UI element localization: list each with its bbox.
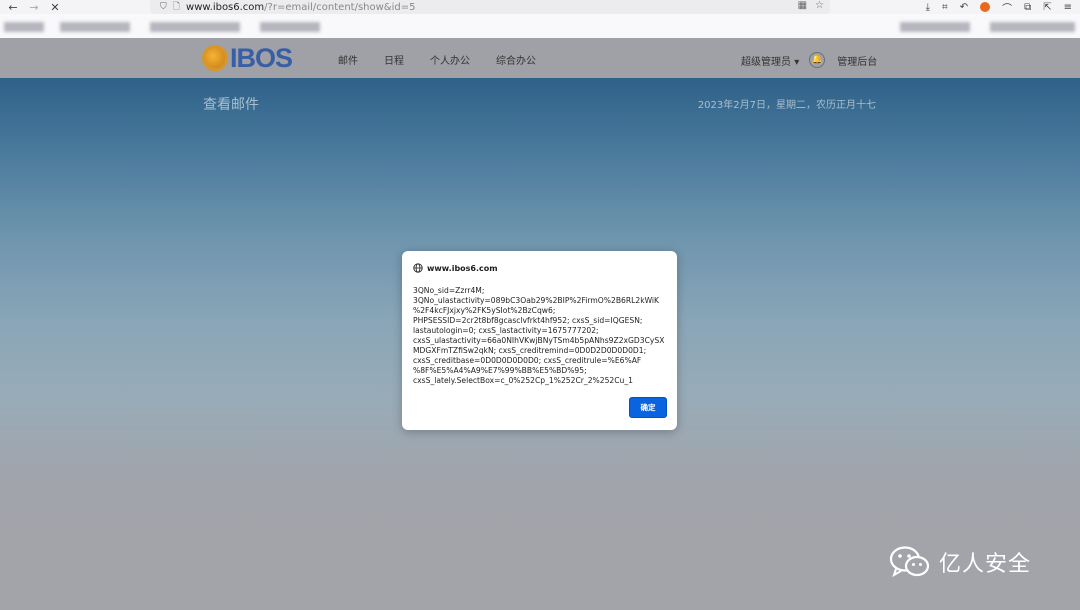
main-nav: 邮件 日程 个人办公 综合办公 — [338, 52, 536, 67]
watermark: 亿人安全 — [889, 545, 1031, 579]
message-line: %2F4kcFJxjxy%2FK5ySIot%2BzCqw6; — [413, 306, 556, 315]
message-line: MDGXFmTZfiSw2qkN; cxsS_creditremind=0D0D… — [413, 346, 647, 355]
message-line: cxsS_creditbase=0D0D0D0D0D0; cxsS_credit… — [413, 356, 642, 365]
extension-hat-icon[interactable]: ⌒ — [1002, 0, 1012, 15]
admin-link[interactable]: 管理后台 — [837, 53, 877, 68]
stop-button[interactable]: ✕ — [47, 0, 63, 14]
extension-fox-icon[interactable] — [980, 2, 991, 12]
message-line: cxsS_lately.SelectBox=c_0%252Cp_1%252Cr_… — [413, 376, 633, 385]
nav-item-general-office[interactable]: 综合办公 — [496, 52, 536, 67]
undo-icon[interactable]: ↶ — [960, 2, 968, 13]
alert-dialog: www.ibos6.com 3QNo_sid=Zzrr4M; 3QNo_ulas… — [402, 251, 677, 430]
bookmark-star-icon[interactable]: ☆ — [815, 0, 824, 11]
address-bar[interactable]: ⛉ 🗋 www.ibos6.com/?r=email/content/show&… — [150, 0, 830, 14]
crop-icon[interactable]: ⌗ — [942, 2, 948, 13]
back-button[interactable]: ← — [5, 0, 21, 14]
logo-text: IBOS — [230, 42, 293, 73]
message-line: %8F%E5%A4%A9%E7%99%BB%E5%BD%95; — [413, 366, 587, 375]
url-path: /?r=email/content/show&id=5 — [264, 1, 416, 13]
shield-icon: ⛉ — [160, 2, 167, 12]
url-host: www.ibos6.com — [186, 1, 265, 13]
user-menu[interactable]: 超级管理员 ▾ — [741, 53, 799, 68]
ibos-logo[interactable]: IBOS — [202, 42, 293, 73]
message-line: 3QNo_sid=Zzrr4M; — [413, 286, 485, 295]
forward-button[interactable]: → — [26, 0, 42, 14]
message-line: 3QNo_ulastactivity=089bC3Oab29%2BIP%2Fir… — [413, 296, 660, 305]
nav-item-mail[interactable]: 邮件 — [338, 52, 358, 67]
nav-item-calendar[interactable]: 日程 — [384, 52, 404, 67]
page-title: 查看邮件 — [203, 97, 259, 113]
header-right: 超级管理员 ▾ 🔔 管理后台 — [741, 52, 877, 68]
ok-button[interactable]: 确定 — [629, 397, 667, 418]
share-icon[interactable]: ⇱ — [1043, 2, 1051, 13]
message-line: cxsS_ulastactivity=66a0NIhVKwjBNyTSm4b5p… — [413, 336, 665, 345]
site-header — [0, 38, 1080, 78]
menu-icon[interactable]: ≡ — [1064, 2, 1072, 13]
wechat-icon — [889, 546, 930, 578]
message-line: lastautologin=0; cxsS_lastactivity=16757… — [413, 326, 599, 335]
bookmarks-bar — [0, 14, 1080, 38]
qr-code-icon[interactable]: ▦ — [798, 0, 807, 11]
extensions-icon[interactable]: ⧉ — [1024, 2, 1031, 13]
dialog-message: 3QNo_sid=Zzrr4M; 3QNo_ulastactivity=089b… — [413, 286, 669, 386]
browser-toolbar: ← → ✕ ⛉ 🗋 www.ibos6.com/?r=email/content… — [0, 0, 1080, 15]
page-info-icon[interactable]: 🗋 — [173, 0, 180, 15]
logo-emblem-icon — [202, 45, 228, 71]
chevron-down-icon: ▾ — [794, 56, 800, 68]
dialog-origin: www.ibos6.com — [427, 263, 498, 273]
nav-item-personal-office[interactable]: 个人办公 — [430, 52, 470, 67]
message-line: PHPSESSID=2cr2t8bf8gcasclvfrkt4hf952; cx… — [413, 316, 643, 325]
date-display: 2023年2月7日，星期二，农历正月十七 — [697, 100, 876, 111]
globe-icon — [413, 263, 423, 273]
download-icon[interactable]: ⤓ — [926, 2, 930, 13]
dialog-header: www.ibos6.com — [413, 263, 498, 273]
notification-bell-icon[interactable]: 🔔 — [809, 52, 826, 68]
user-menu-label: 超级管理员 — [741, 56, 791, 68]
watermark-text: 亿人安全 — [939, 552, 1032, 577]
